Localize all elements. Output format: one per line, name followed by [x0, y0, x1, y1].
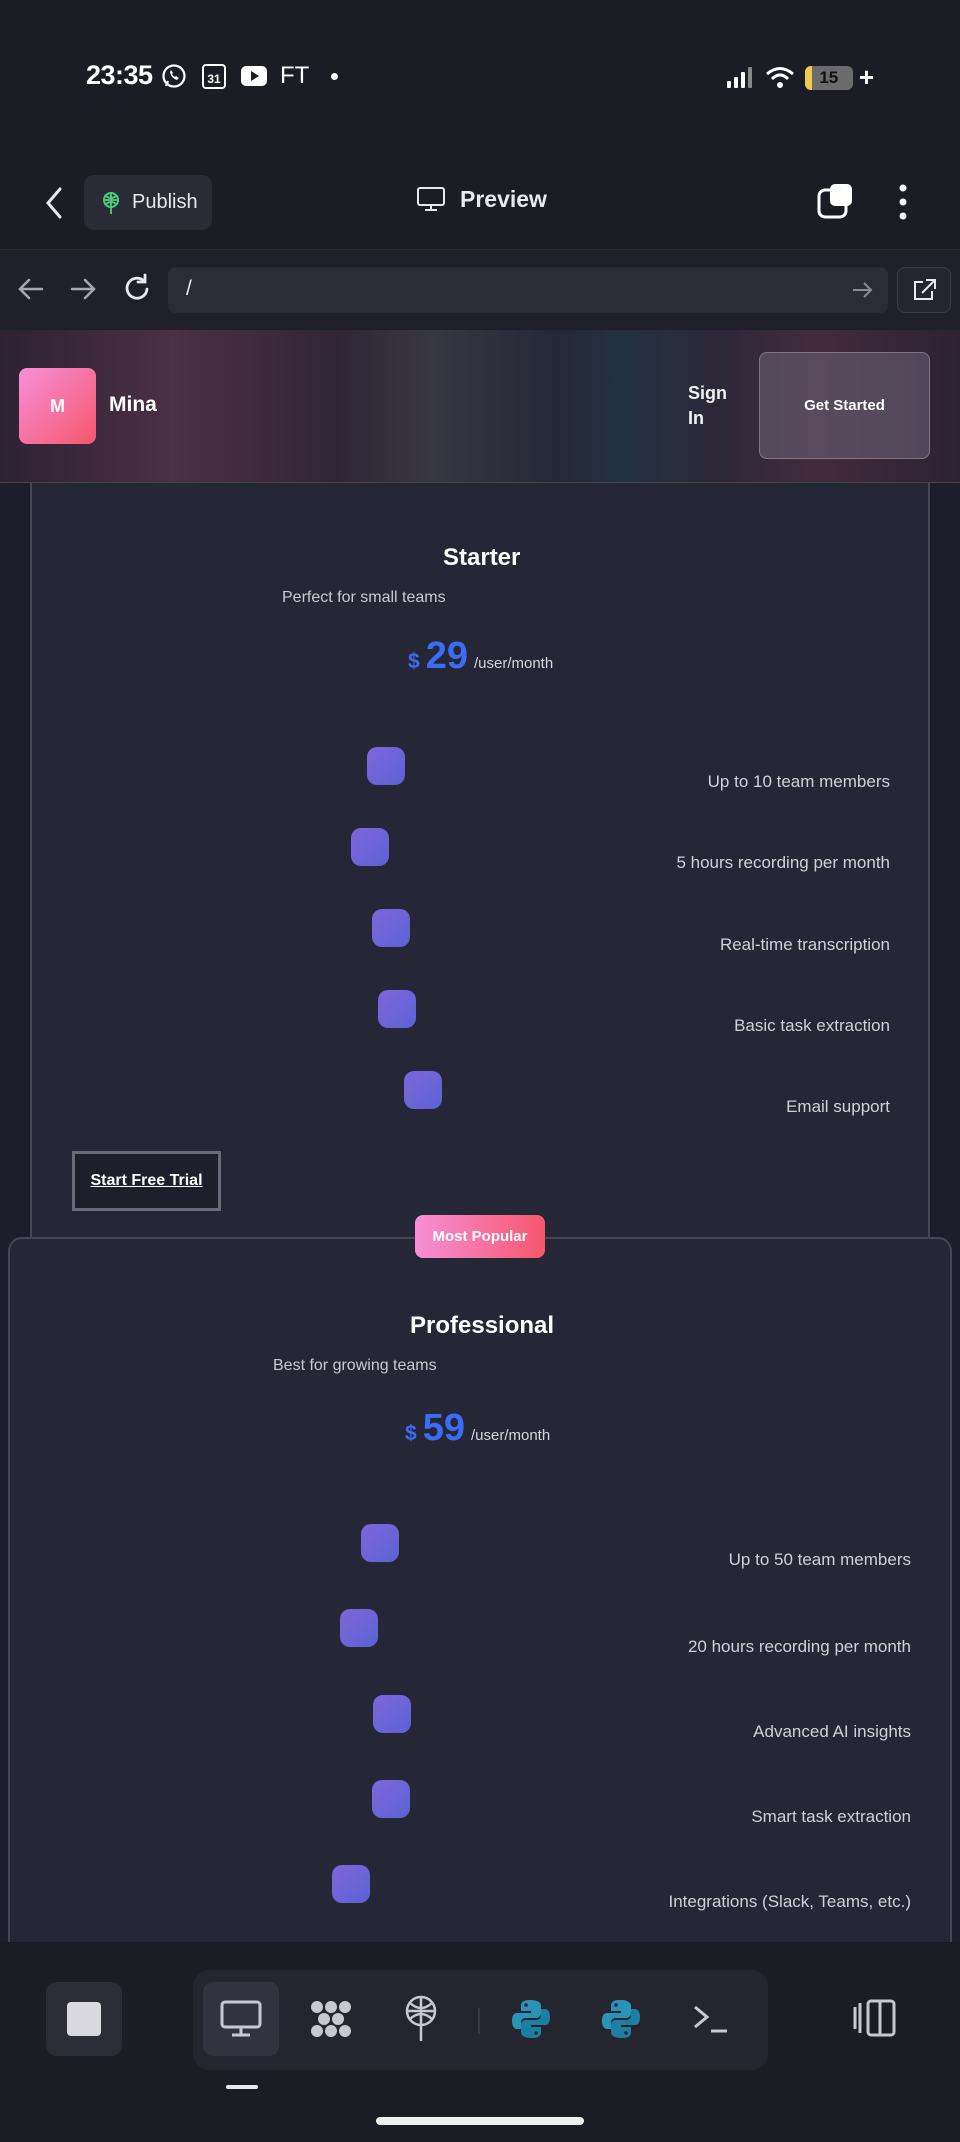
publish-tool-button[interactable] [383, 1982, 459, 2056]
more-options-icon[interactable] [888, 182, 918, 222]
desktop-icon [220, 2000, 262, 2037]
network-icon [311, 2001, 351, 2037]
price-currency: $ [405, 1422, 417, 1445]
feature-text: Smart task extraction [751, 1807, 911, 1826]
ft-icon: FT [280, 62, 310, 89]
pricing-card-professional [8, 1237, 952, 1942]
dock-divider [478, 2008, 480, 2034]
bottom-dock [0, 1942, 960, 2142]
sidebar-toggle-icon[interactable] [852, 1997, 898, 2039]
tool-switcher [193, 1970, 768, 2070]
active-tab-indicator [226, 2085, 258, 2089]
system-indicators: 15 + [725, 62, 874, 93]
feature-text: 20 hours recording per month [687, 1637, 911, 1656]
terminal-tool-button[interactable] [673, 1982, 749, 2056]
plan-title: Professional [410, 1312, 555, 1339]
plan-title: Starter [443, 544, 521, 571]
feature-icon [351, 828, 389, 866]
python-tool-button[interactable] [583, 1982, 659, 2056]
stop-icon [67, 2002, 101, 2036]
python-tool-button[interactable] [493, 1982, 569, 2056]
open-external-button[interactable] [897, 267, 951, 313]
price-amount: 59 [422, 1407, 465, 1449]
feature-icon [367, 747, 405, 785]
feature-text: Real-time transcription [719, 935, 890, 954]
feature-icon [373, 1695, 411, 1733]
plan-price: $ 59 /user/month [405, 1407, 550, 1450]
preview-webview: M Mina Sign In Get Started Starter Perfe… [0, 330, 960, 1942]
feature-icon [404, 1071, 442, 1109]
battery-level: 15 [819, 67, 839, 87]
feature-icon [372, 1780, 410, 1818]
feature-icon [332, 1865, 370, 1903]
browser-toolbar: / [0, 250, 960, 330]
plan-price: $ 29 /user/month [408, 635, 553, 678]
price-amount: 29 [425, 635, 468, 677]
publish-label: Publish [132, 191, 198, 213]
most-popular-badge: Most Popular [415, 1215, 545, 1258]
feature-text: Basic task extraction [734, 1016, 890, 1035]
whatsapp-icon [160, 62, 188, 90]
charging-icon: + [858, 62, 874, 92]
battery-icon: 15 [804, 65, 853, 90]
reload-icon[interactable] [120, 272, 154, 306]
url-input[interactable]: / [168, 267, 888, 313]
python-icon [512, 2000, 550, 2038]
stop-button[interactable] [46, 1982, 122, 2056]
antenna-icon [103, 191, 119, 214]
status-time: 23:35 [86, 60, 153, 90]
price-period: /user/month [470, 1427, 551, 1444]
go-arrow-icon[interactable] [850, 278, 874, 302]
brand-name[interactable]: Mina [109, 393, 157, 417]
status-bar: 23:35 31 FT 15 + [0, 0, 960, 155]
get-started-button[interactable]: Get Started [759, 352, 930, 459]
notification-icons: 31 FT [160, 62, 339, 90]
network-tool-button[interactable] [293, 1982, 369, 2056]
calendar-day: 31 [207, 72, 221, 86]
preview-label: Preview [460, 185, 547, 212]
feature-icon [340, 1609, 378, 1647]
signal-icon [726, 66, 752, 88]
publish-button[interactable]: Publish [84, 175, 212, 230]
antenna-icon [405, 1995, 437, 2041]
app-header: Publish Preview [0, 155, 960, 250]
feature-text: Integrations (Slack, Teams, etc.) [668, 1892, 911, 1911]
feature-text: Up to 50 team members [728, 1550, 911, 1569]
plan-subtitle: Best for growing teams [273, 1357, 437, 1374]
external-link-icon [914, 279, 936, 300]
youtube-icon [240, 62, 268, 90]
feature-text: Email support [786, 1097, 890, 1116]
feature-text: Up to 10 team members [707, 772, 890, 791]
home-indicator[interactable] [376, 2117, 584, 2125]
desktop-tool-button[interactable] [203, 1982, 279, 2056]
feature-icon [378, 990, 416, 1028]
browser-back-icon[interactable] [14, 272, 48, 306]
feature-icon [361, 1524, 399, 1562]
sign-in-link[interactable]: Sign In [688, 381, 738, 431]
site-logo[interactable]: M [19, 368, 96, 444]
tabs-icon[interactable] [816, 182, 854, 220]
preview-toggle[interactable]: Preview [416, 185, 547, 213]
more-notifications-dot [331, 72, 339, 80]
price-period: /user/month [473, 655, 554, 672]
wifi-icon [765, 66, 794, 88]
logo-letter: M [50, 395, 65, 416]
back-button[interactable] [40, 185, 70, 221]
price-currency: $ [408, 650, 420, 673]
feature-text: 5 hours recording per month [676, 853, 890, 872]
calendar-icon: 31 [200, 62, 228, 90]
site-navbar: M Mina Sign In Get Started [0, 330, 960, 483]
browser-forward-icon[interactable] [66, 272, 100, 306]
feature-text: Advanced AI insights [753, 1722, 911, 1741]
plan-subtitle: Perfect for small teams [282, 589, 446, 606]
start-free-trial-button[interactable]: Start Free Trial [72, 1151, 221, 1211]
url-text: / [186, 277, 192, 300]
feature-icon [372, 909, 410, 947]
terminal-icon [694, 2005, 727, 2033]
monitor-icon [417, 187, 445, 211]
python-icon [602, 2000, 640, 2038]
